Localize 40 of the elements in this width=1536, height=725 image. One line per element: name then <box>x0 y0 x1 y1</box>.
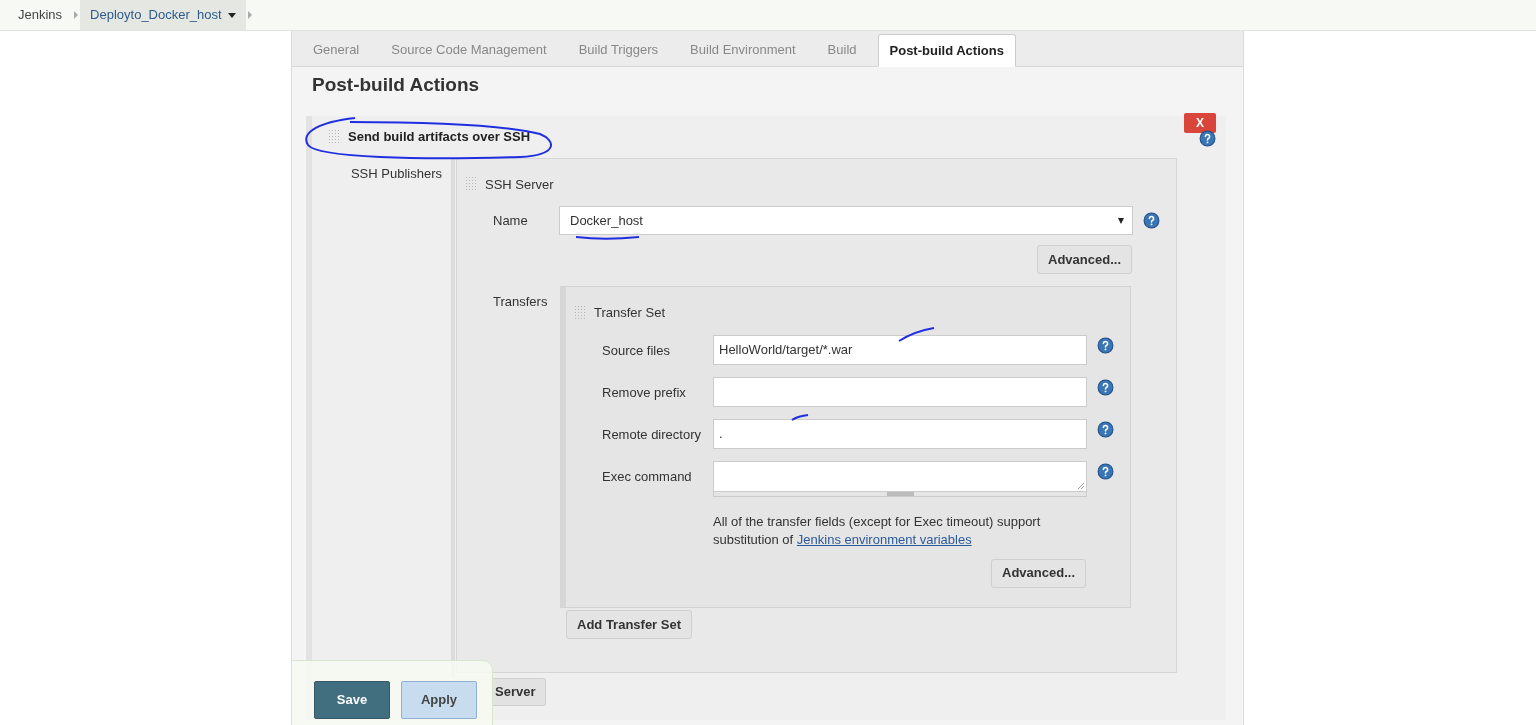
help-icon[interactable] <box>1097 378 1114 396</box>
apply-button[interactable]: Apply <box>401 681 477 719</box>
field-label: Remote directory <box>602 425 702 444</box>
help-text: All of the transfer fields (except for Exec timeout) support substitution of Jenkins environment variables <box>713 512 1042 549</box>
help-icon[interactable] <box>1143 212 1160 229</box>
field-label: Name <box>493 211 529 230</box>
pen-stroke <box>575 236 640 240</box>
save-button[interactable]: Save <box>314 681 390 719</box>
advanced-button[interactable]: Advanced... <box>1037 245 1132 274</box>
server-select[interactable]: Docker_host <box>559 206 1133 235</box>
pen-stroke <box>898 327 935 342</box>
resize-handle[interactable] <box>886 491 914 496</box>
text-field[interactable] <box>713 376 1087 407</box>
transfer-set-title: Transfer Set <box>594 304 666 322</box>
field-label: Exec command <box>602 467 693 486</box>
resize-grip-icon[interactable] <box>1077 481 1084 489</box>
text-field[interactable]: HelloWorld/target/*.war <box>713 334 1087 365</box>
text-field[interactable]: . <box>713 418 1087 449</box>
publisher-title: Send build artifacts over SSH <box>348 127 531 146</box>
server-title: SSH Server <box>485 175 554 194</box>
pen-stroke <box>791 414 809 421</box>
advanced-button[interactable]: Advanced... <box>991 558 1086 588</box>
caret-icon <box>1118 217 1124 224</box>
help-icon[interactable] <box>1199 129 1216 147</box>
field-label: Transfers <box>493 293 549 311</box>
delete-button[interactable]: X <box>1184 112 1216 133</box>
add-server-button[interactable]: Server <box>491 677 547 706</box>
field-label: Remove prefix <box>602 383 687 402</box>
field-label: Source files <box>602 341 671 360</box>
env-variables-link[interactable]: Jenkins environment variables <box>796 531 972 547</box>
tab[interactable]: Post-build Actions <box>877 34 1016 67</box>
breadcrumb-item[interactable]: Deployto_Docker_host <box>80 0 246 30</box>
breadcrumb-item[interactable]: Jenkins <box>8 0 73 30</box>
help-icon[interactable] <box>1097 420 1114 438</box>
help-icon[interactable] <box>1097 336 1114 354</box>
caret-icon[interactable] <box>227 12 236 18</box>
section-title: Post-build Actions <box>311 73 481 97</box>
help-icon[interactable] <box>1097 462 1114 480</box>
add-transfer-set-button[interactable]: Add Transfer Set <box>566 610 693 639</box>
chevron-icon <box>247 11 252 19</box>
